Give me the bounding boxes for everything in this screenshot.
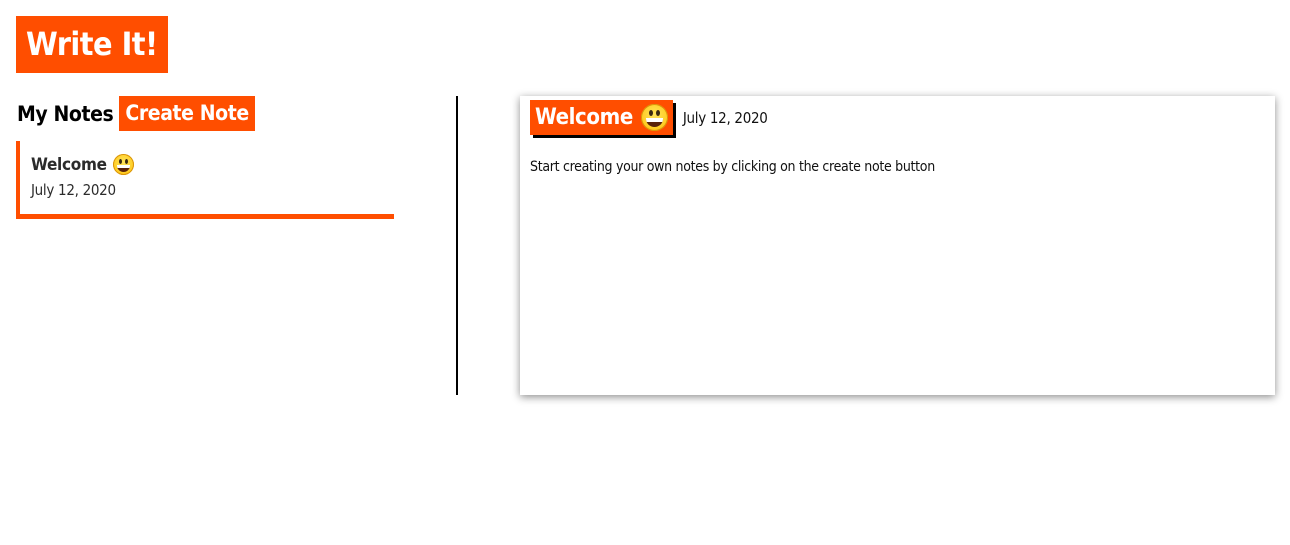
note-list-item-title: Welcome	[31, 154, 107, 175]
note-view-title-badge: Welcome	[530, 100, 673, 135]
note-list-item-title-row: Welcome	[31, 154, 394, 175]
notes-header: My Notes Create Note	[16, 96, 255, 131]
note-list-item-date: July 12, 2020	[31, 181, 116, 199]
note-view-body: Start creating your own notes by clickin…	[530, 159, 935, 175]
note-view-card: Welcome July 12, 2020 Start creating you…	[520, 96, 1275, 395]
vertical-divider	[456, 96, 458, 395]
my-notes-heading: My Notes	[17, 101, 114, 126]
grinning-face-icon	[640, 104, 668, 131]
notes-list: Welcome July 12, 2020	[16, 141, 394, 219]
app-title: Write It!	[16, 16, 168, 73]
create-note-button[interactable]: Create Note	[119, 96, 255, 131]
note-view-date: July 12, 2020	[682, 108, 768, 127]
note-view-title: Welcome	[535, 105, 633, 130]
note-view-header: Welcome July 12, 2020	[530, 100, 768, 135]
note-list-item[interactable]: Welcome July 12, 2020	[16, 141, 394, 219]
grinning-face-icon	[112, 154, 134, 175]
